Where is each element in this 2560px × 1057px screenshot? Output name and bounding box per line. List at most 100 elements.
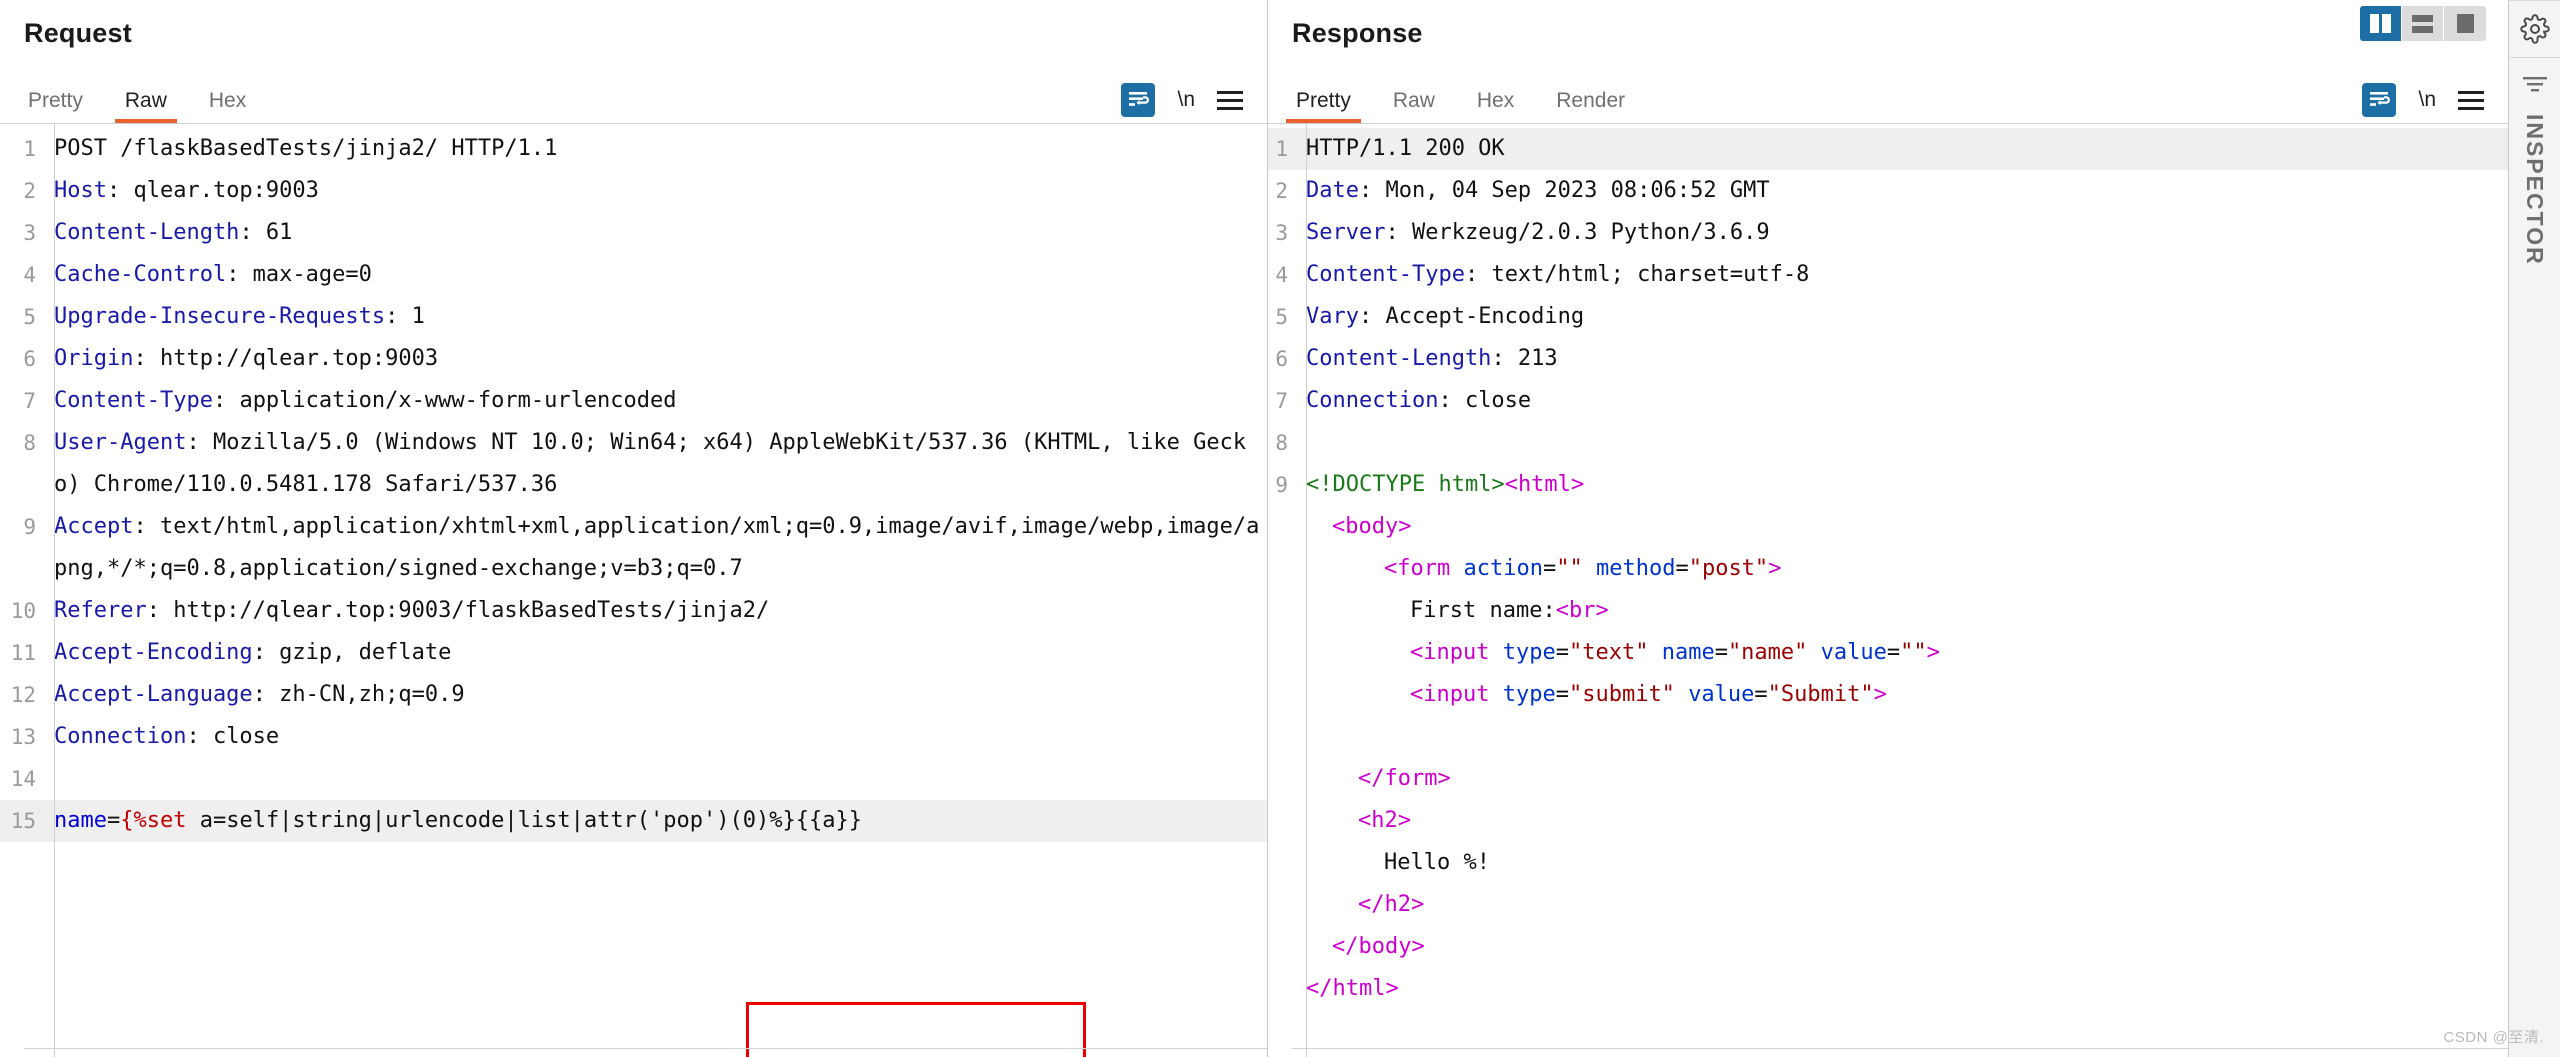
code-line[interactable]: <input type="submit" value="Submit"> [1268,674,2508,716]
tab-render[interactable]: Render [1552,89,1629,123]
tab-hex[interactable]: Hex [205,89,250,123]
line-content[interactable]: </body> [1297,926,2508,968]
tab-hex[interactable]: Hex [1473,89,1518,123]
line-content[interactable] [1297,716,2508,758]
newline-toggle-icon[interactable]: \n [1177,88,1195,112]
code-line[interactable]: 4 Content-Type: text/html; charset=utf-8 [1268,254,2508,296]
code-line[interactable]: 10 Referer: http://qlear.top:9003/flaskBa… [0,590,1267,632]
layout-split-horizontal-button[interactable] [2402,6,2444,41]
line-content[interactable]: HTTP/1.1 200 OK [1297,128,2508,170]
line-content[interactable]: User-Agent: Mozilla/5.0 (Windows NT 10.0… [45,422,1267,506]
code-line[interactable]: 12 Accept-Language: zh-CN,zh;q=0.9 [0,674,1267,716]
line-content[interactable]: <input type="text" name="name" value=""> [1297,632,2508,674]
line-content[interactable]: <input type="submit" value="Submit"> [1297,674,2508,716]
line-content[interactable]: </html> [1297,968,2508,1010]
line-content[interactable]: Upgrade-Insecure-Requests: 1 [45,296,1267,338]
line-content[interactable]: Host: qlear.top:9003 [45,170,1267,212]
line-content[interactable]: Accept: text/html,application/xhtml+xml,… [45,506,1267,590]
code-line[interactable]: 6 Content-Length: 213 [1268,338,2508,380]
layout-split-vertical-button[interactable] [2360,6,2402,41]
line-content[interactable]: <body> [1297,506,2508,548]
line-number: 1 [23,137,36,161]
code-line[interactable]: </form> [1268,758,2508,800]
line-content[interactable]: Content-Length: 61 [45,212,1267,254]
line-content[interactable]: Connection: close [45,716,1267,758]
code-line[interactable]: 2 Host: qlear.top:9003 [0,170,1267,212]
line-content[interactable]: Server: Werkzeug/2.0.3 Python/3.6.9 [1297,212,2508,254]
code-token: "post" [1688,556,1769,581]
code-line[interactable]: 9 Accept: text/html,application/xhtml+xml… [0,506,1267,590]
line-content[interactable]: <!DOCTYPE html><html> [1297,464,2508,506]
code-line[interactable]: 8 User-Agent: Mozilla/5.0 (Windows NT 10.… [0,422,1267,506]
code-line[interactable]: 5 Vary: Accept-Encoding [1268,296,2508,338]
line-content[interactable]: Content-Type: text/html; charset=utf-8 [1297,254,2508,296]
inspector-label[interactable]: INSPECTOR [2521,114,2548,266]
code-line[interactable]: 4 Cache-Control: max-age=0 [0,254,1267,296]
code-line[interactable]: <form action="" method="post"> [1268,548,2508,590]
line-content[interactable]: </h2> [1297,884,2508,926]
tab-pretty[interactable]: Pretty [1286,89,1361,123]
line-content[interactable]: name={%set a=self|string|urlencode|list|… [45,800,1267,842]
line-content[interactable]: Accept-Encoding: gzip, deflate [45,632,1267,674]
word-wrap-icon[interactable] [1121,83,1156,117]
code-line[interactable]: 5 Upgrade-Insecure-Requests: 1 [0,296,1267,338]
line-content[interactable]: First name:<br> [1297,590,2508,632]
line-content[interactable]: Origin: http://qlear.top:9003 [45,338,1267,380]
code-line[interactable]: 2 Date: Mon, 04 Sep 2023 08:06:52 GMT [1268,170,2508,212]
code-line[interactable]: 14 [0,758,1267,800]
newline-toggle-icon[interactable]: \n [2418,88,2436,112]
tab-raw[interactable]: Raw [114,89,177,123]
code-line[interactable]: 11 Accept-Encoding: gzip, deflate [0,632,1267,674]
line-content[interactable] [45,758,1267,800]
code-line[interactable]: 15 name={%set a=self|string|urlencode|lis… [0,800,1267,842]
line-content[interactable]: <h2> [1297,800,2508,842]
response-code-area[interactable]: 1 HTTP/1.1 200 OK 2 Date: Mon, 04 Sep 2023 … [1268,124,2508,1057]
tab-pretty[interactable]: Pretty [24,89,87,123]
code-line[interactable]: </h2> [1268,884,2508,926]
line-content[interactable]: Content-Length: 213 [1297,338,2508,380]
code-token: </html> [1306,976,1399,1001]
line-content[interactable]: Vary: Accept-Encoding [1297,296,2508,338]
line-content[interactable]: POST /flaskBasedTests/jinja2/ HTTP/1.1 [45,128,1267,170]
line-content[interactable]: Date: Mon, 04 Sep 2023 08:06:52 GMT [1297,170,2508,212]
tab-raw[interactable]: Raw [1389,89,1439,123]
code-line[interactable] [1268,716,2508,758]
code-token: User-Agent [54,430,187,455]
word-wrap-icon[interactable] [2362,83,2397,117]
line-content[interactable]: Referer: http://qlear.top:9003/flaskBase… [45,590,1267,632]
code-line[interactable]: <body> [1268,506,2508,548]
code-line[interactable]: 8 [1268,422,2508,464]
code-line[interactable]: </body> [1268,926,2508,968]
code-line[interactable]: 6 Origin: http://qlear.top:9003 [0,338,1267,380]
code-line[interactable]: 9 <!DOCTYPE html><html> [1268,464,2508,506]
code-line[interactable]: 3 Content-Length: 61 [0,212,1267,254]
code-line[interactable]: 7 Connection: close [1268,380,2508,422]
line-content[interactable]: <form action="" method="post"> [1297,548,2508,590]
hamburger-menu-icon[interactable] [2458,90,2484,110]
response-panel: Response Pretty Raw Hex Render \n 1 HTTP… [1268,0,2508,1057]
code-line[interactable]: 3 Server: Werkzeug/2.0.3 Python/3.6.9 [1268,212,2508,254]
line-content[interactable]: Hello %! [1297,842,2508,884]
code-line[interactable]: <input type="text" name="name" value=""> [1268,632,2508,674]
hamburger-menu-icon[interactable] [1217,90,1243,110]
code-line[interactable]: <h2> [1268,800,2508,842]
layout-single-pane-button[interactable] [2444,6,2486,41]
gear-icon[interactable] [2509,0,2560,58]
line-content[interactable]: Content-Type: application/x-www-form-url… [45,380,1267,422]
line-content[interactable]: Cache-Control: max-age=0 [45,254,1267,296]
code-token: Host [54,178,107,203]
line-content[interactable]: </form> [1297,758,2508,800]
line-content[interactable]: Connection: close [1297,380,2508,422]
code-line[interactable]: 7 Content-Type: application/x-www-form-ur… [0,380,1267,422]
line-number: 9 [23,515,36,539]
line-content[interactable] [1297,422,2508,464]
line-content[interactable]: Accept-Language: zh-CN,zh;q=0.9 [45,674,1267,716]
code-line[interactable]: Hello %! [1268,842,2508,884]
code-line[interactable]: 13 Connection: close [0,716,1267,758]
code-line[interactable]: 1 POST /flaskBasedTests/jinja2/ HTTP/1.1 [0,128,1267,170]
code-line[interactable]: </html> [1268,968,2508,1010]
collapse-panel-icon[interactable] [2509,58,2560,110]
request-code-area[interactable]: 1 POST /flaskBasedTests/jinja2/ HTTP/1.1 2… [0,124,1267,1057]
code-line[interactable]: First name:<br> [1268,590,2508,632]
code-line[interactable]: 1 HTTP/1.1 200 OK [1268,128,2508,170]
